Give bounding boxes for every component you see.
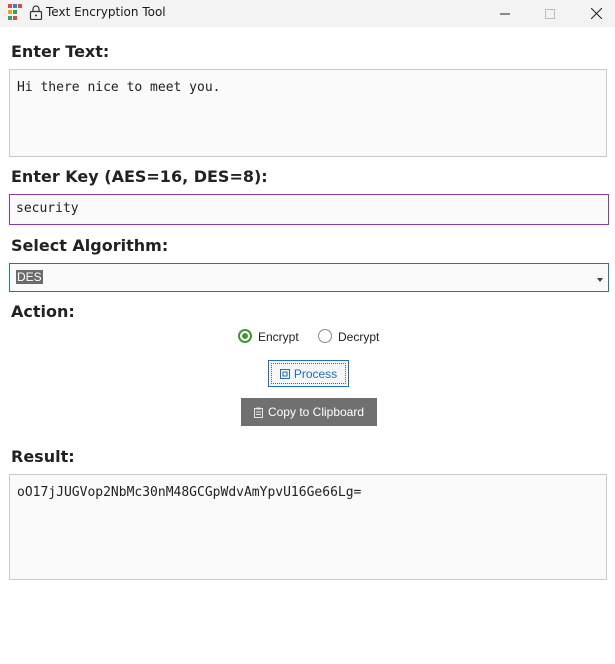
minimize-button[interactable] (482, 0, 528, 27)
result-label: Result: (11, 447, 75, 466)
maximize-icon (545, 8, 555, 19)
close-button[interactable] (573, 0, 615, 27)
decrypt-radio[interactable] (318, 329, 332, 343)
maximize-button[interactable] (527, 0, 573, 27)
algorithm-selected-value: DES (16, 270, 43, 284)
action-label: Action: (11, 302, 75, 321)
copy-to-clipboard-button[interactable]: Copy to Clipboard (241, 398, 377, 426)
key-input[interactable]: security (9, 194, 609, 225)
clipboard-icon (253, 407, 263, 418)
result-text-area[interactable]: oO17jJUGVop2NbMc30nM48GCGpWdvAmYpvU16Ge6… (9, 474, 607, 580)
minimize-icon (500, 13, 510, 14)
action-radio-group: Encrypt Decrypt (0, 328, 615, 346)
encrypt-radio-label[interactable]: Encrypt (258, 330, 299, 344)
input-text-area[interactable]: Hi there nice to meet you. (9, 69, 607, 157)
algorithm-select[interactable]: DES (9, 263, 609, 292)
copy-button-label: Copy to Clipboard (267, 405, 365, 419)
process-icon (279, 368, 290, 379)
decrypt-radio-label[interactable]: Decrypt (338, 330, 379, 344)
lock-icon (29, 5, 43, 20)
app-grid-icon (8, 4, 22, 20)
enter-text-label: Enter Text: (11, 42, 110, 61)
algorithm-label: Select Algorithm: (11, 236, 169, 255)
process-button-label: Process (293, 366, 338, 381)
chevron-down-icon (597, 278, 603, 282)
close-icon (590, 8, 602, 19)
window-title: Text Encryption Tool (46, 5, 166, 19)
title-bar: Text Encryption Tool (0, 0, 615, 27)
process-button[interactable]: Process (268, 360, 349, 387)
encrypt-radio[interactable] (238, 329, 252, 343)
key-label: Enter Key (AES=16, DES=8): (11, 167, 268, 186)
